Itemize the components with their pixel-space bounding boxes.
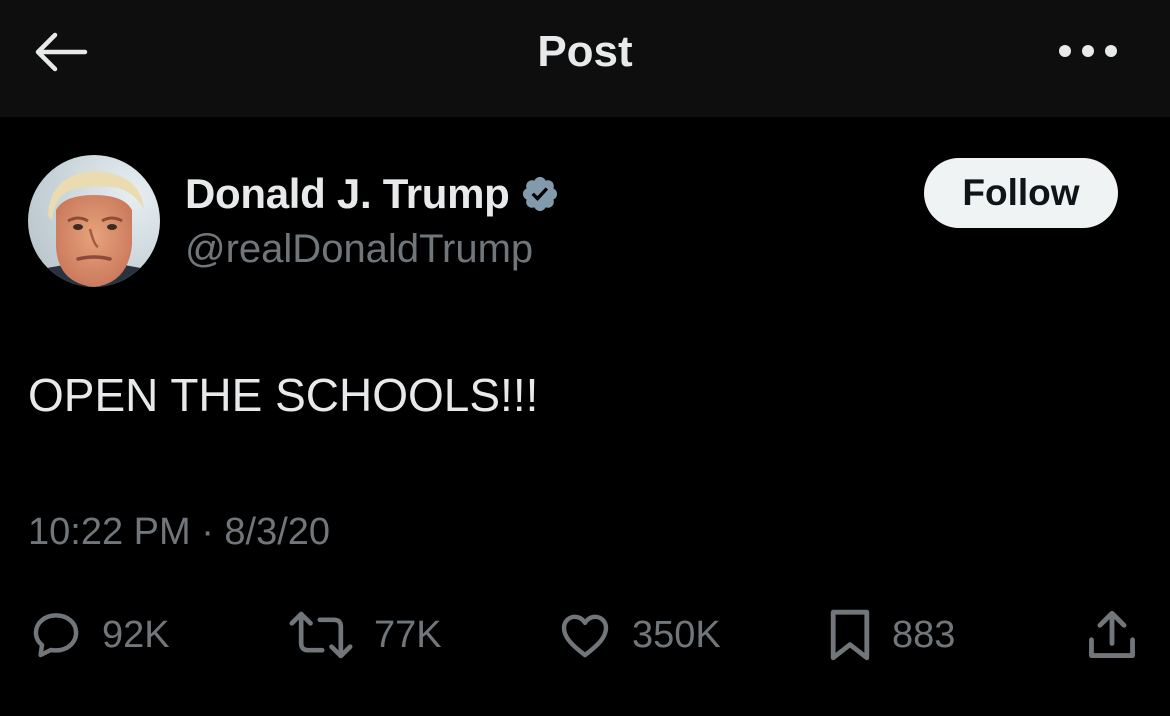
repost-icon	[289, 611, 353, 659]
avatar[interactable]	[28, 155, 160, 287]
more-horizontal-icon	[1059, 45, 1117, 57]
bookmark-button[interactable]: 883	[826, 604, 955, 666]
profile-photo	[28, 155, 160, 287]
more-options-button[interactable]	[1050, 26, 1126, 76]
author-handle[interactable]: @realDonaldTrump	[185, 224, 533, 274]
arrow-left-icon	[35, 32, 88, 72]
tweet-text: OPEN THE SCHOOLS!!!	[28, 369, 539, 421]
tweet-timestamp[interactable]: 10:22 PM · 8/3/20	[28, 505, 330, 559]
reply-icon	[33, 613, 79, 658]
reply-count: 92K	[102, 614, 170, 656]
follow-button[interactable]: Follow	[924, 158, 1118, 228]
back-button[interactable]	[30, 24, 90, 80]
author-display-name[interactable]: Donald J. Trump	[185, 168, 510, 220]
top-bar: Post	[0, 0, 1170, 117]
share-icon	[1089, 610, 1135, 658]
repost-button[interactable]: 77K	[286, 604, 442, 666]
reply-button[interactable]: 92K	[28, 604, 170, 666]
bookmark-count: 883	[892, 614, 956, 656]
like-button[interactable]: 350K	[556, 604, 721, 666]
bookmark-icon	[830, 609, 870, 661]
share-button[interactable]	[1082, 604, 1142, 666]
page-title: Post	[537, 27, 633, 76]
author-name-row[interactable]: Donald J. Trump	[185, 168, 560, 220]
like-count: 350K	[632, 614, 721, 656]
repost-count: 77K	[374, 614, 442, 656]
verified-badge-icon	[522, 176, 557, 212]
heart-icon	[561, 614, 609, 658]
